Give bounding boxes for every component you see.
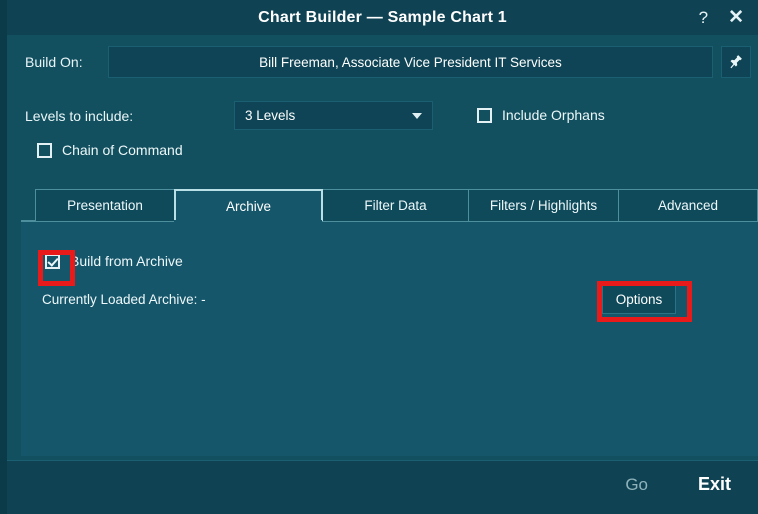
active-tab-underline-gap [174,220,322,223]
tab-bar: Presentation Archive Filter Data Filters… [21,189,758,221]
tab-filters-highlights[interactable]: Filters / Highlights [468,189,619,221]
checkbox-box [45,253,60,269]
tab-filter-data[interactable]: Filter Data [322,189,469,221]
checkbox-box [37,142,52,158]
include-orphans-checkbox[interactable]: Include Orphans [477,107,605,123]
build-on-field[interactable]: Bill Freeman, Associate Vice President I… [108,46,713,78]
footer-bar: Go Exit [7,460,758,514]
chain-of-command-checkbox[interactable]: Chain of Command [37,142,183,158]
chart-builder-window: Chart Builder — Sample Chart 1 ? ✕ Build… [0,0,758,514]
levels-to-include-label: Levels to include: [25,108,134,124]
chevron-down-icon [412,113,422,119]
exit-button[interactable]: Exit [698,474,731,495]
currently-loaded-archive-text: Currently Loaded Archive: - [42,292,206,307]
tab-presentation[interactable]: Presentation [35,189,175,221]
checkbox-box [477,107,492,123]
close-icon[interactable]: ✕ [724,6,748,29]
tab-advanced[interactable]: Advanced [618,189,758,221]
help-icon[interactable]: ? [695,7,712,28]
window-title: Chart Builder — Sample Chart 1 [258,8,507,26]
build-on-label: Build On: [25,54,83,70]
pushpin-icon[interactable] [721,46,751,78]
build-from-archive-checkbox[interactable]: Build from Archive [45,253,183,269]
levels-dropdown[interactable]: 3 Levels [234,101,433,130]
go-button[interactable]: Go [625,475,648,495]
options-button[interactable]: Options [602,284,676,314]
archive-tab-panel: Build from Archive Currently Loaded Arch… [21,222,758,456]
levels-selected-value: 3 Levels [245,108,296,123]
title-bar: Chart Builder — Sample Chart 1 ? ✕ [7,0,758,35]
tab-archive[interactable]: Archive [174,189,323,221]
window-controls: ? ✕ [695,0,748,35]
include-orphans-label: Include Orphans [502,107,605,123]
build-from-archive-label: Build from Archive [70,253,183,269]
build-on-row: Build On: Bill Freeman, Associate Vice P… [7,42,758,86]
chain-of-command-label: Chain of Command [62,142,183,158]
